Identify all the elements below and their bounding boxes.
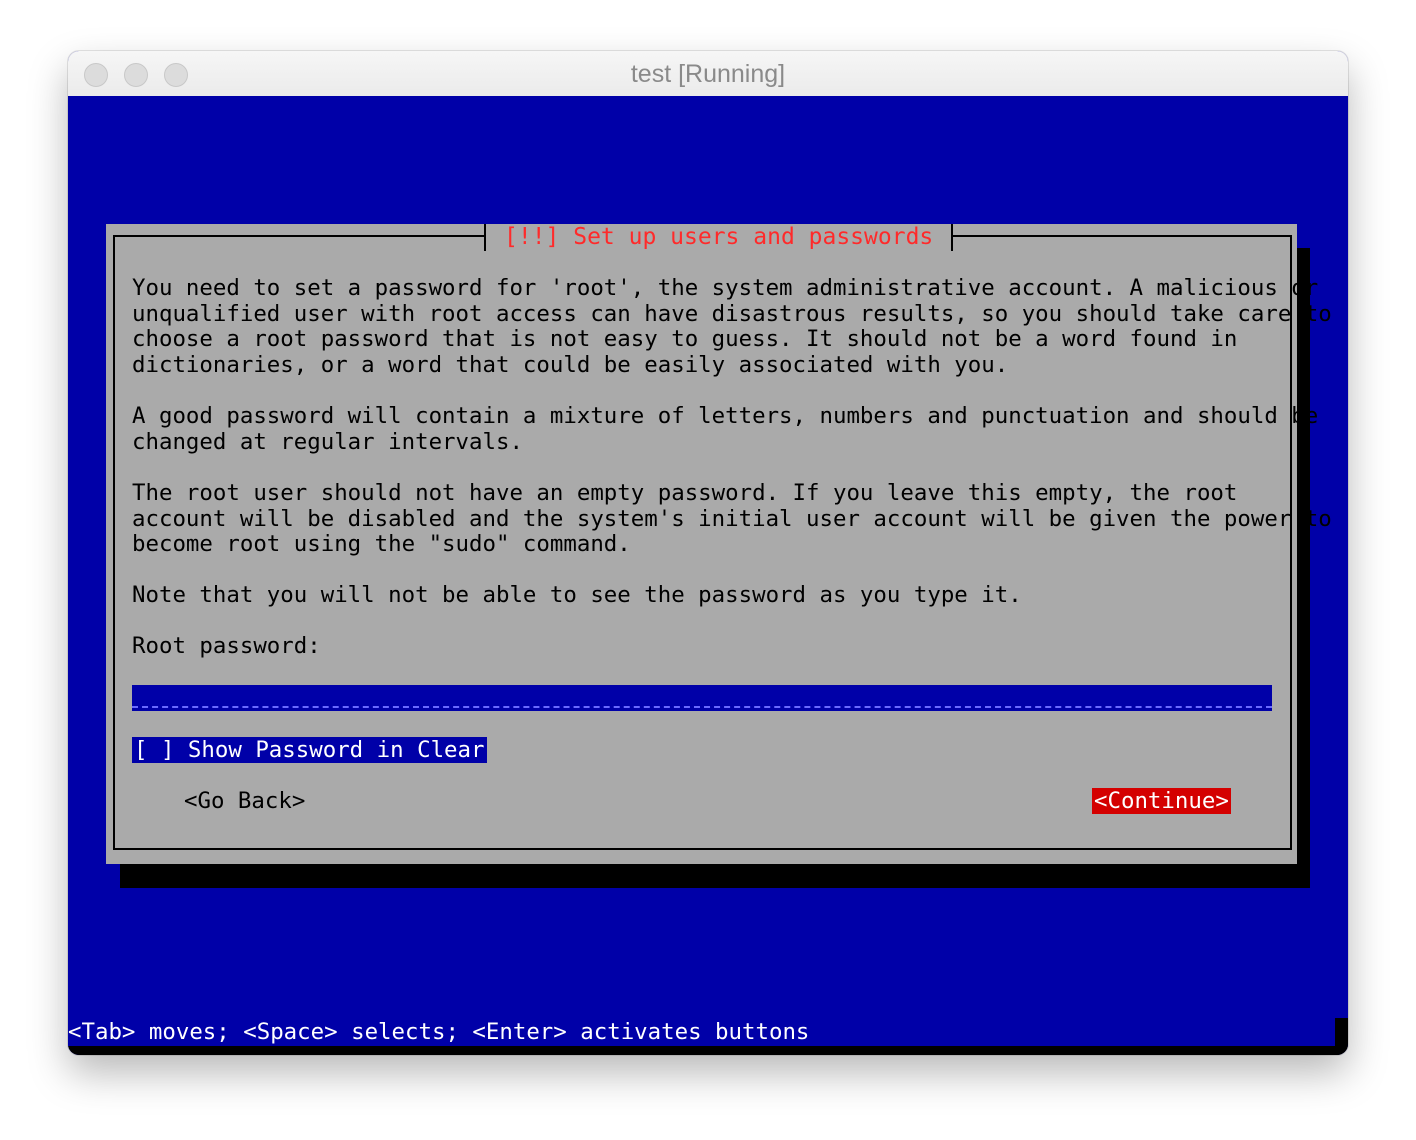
dialog-text-line: The root user should not have an empty p…	[132, 480, 1238, 506]
vm-window: test [Running] [!!] Set up users and pas…	[68, 51, 1348, 1055]
dialog-text-line: changed at regular intervals.	[132, 428, 523, 455]
dialog-text-line: A good password will contain a mixture o…	[132, 403, 1319, 429]
dialog-text-line: become root using the "sudo" command.	[132, 531, 631, 557]
dialog-text-line: unqualified user with root access can ha…	[132, 300, 1332, 327]
keyboard-hint: <Tab> moves; <Space> selects; <Enter> ac…	[68, 1019, 810, 1045]
statusbar-band	[68, 1046, 1348, 1055]
installer-screen: [!!] Set up users and passwords You need…	[68, 96, 1348, 1055]
window-titlebar[interactable]: test [Running]	[68, 51, 1348, 97]
dialog-text-line: account will be disabled and the system'…	[132, 505, 1332, 532]
dialog-text-line: You need to set a password for 'root', t…	[132, 275, 1319, 301]
dialog-text-line: dictionaries, or a word that could be ea…	[132, 351, 1009, 378]
go-back-button[interactable]: <Go Back>	[184, 788, 305, 814]
password-label: Root password:	[132, 633, 321, 659]
input-underline	[132, 706, 1272, 708]
window-title: test [Running]	[630, 60, 786, 88]
dialog-text-line: Note that you will not be able to see th…	[132, 582, 1022, 608]
root-password-input[interactable]: *****	[132, 685, 1272, 711]
dialog-text-line: choose a root password that is not easy …	[132, 326, 1238, 352]
show-password-checkbox[interactable]: [ ] Show Password in Clear	[132, 737, 487, 763]
installer-dialog: [!!] Set up users and passwords You need…	[106, 224, 1332, 864]
statusbar-edge	[1335, 1018, 1348, 1055]
dialog-title: [!!] Set up users and passwords	[484, 224, 954, 251]
continue-button[interactable]: <Continue>	[1092, 788, 1231, 814]
